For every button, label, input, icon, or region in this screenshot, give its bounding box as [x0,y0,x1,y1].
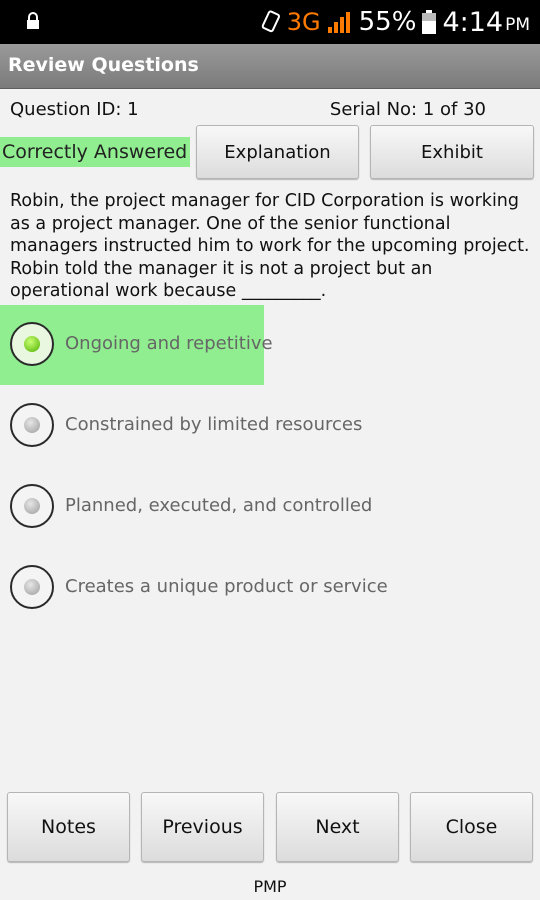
radio-dot [24,579,40,595]
title-bar: Review Questions [0,44,540,89]
option-label: Creates a unique product or service [65,576,388,597]
radio-dot [24,498,40,514]
clock-time: 4:14 [442,6,504,38]
footer-label: PMP [253,877,287,896]
question-id: Question ID: 1 [10,99,139,120]
status-bar: 3G 55% 4:14 PM [0,0,540,44]
answer-option[interactable]: Constrained by limited resources [0,386,540,466]
radio-button[interactable] [10,565,54,609]
phone-rotate-icon [261,10,280,33]
lock-icon [27,12,39,29]
serial-number: Serial No: 1 of 30 [329,99,486,120]
network-type: 3G [286,8,321,36]
clock-ampm: PM [505,15,530,35]
signal-icon [327,12,350,33]
radio-button[interactable] [10,322,54,366]
radio-button[interactable] [10,403,54,447]
explanation-button[interactable]: Explanation [196,125,359,179]
previous-button[interactable]: Previous [141,792,264,862]
answer-option[interactable]: Planned, executed, and controlled [0,467,540,547]
radio-dot [24,417,40,433]
option-label: Ongoing and repetitive [65,333,273,354]
notes-button[interactable]: Notes [7,792,130,862]
battery-percent: 55% [358,7,417,37]
next-button[interactable]: Next [276,792,399,862]
radio-button[interactable] [10,484,54,528]
exhibit-button[interactable]: Exhibit [370,125,534,179]
page-title: Review Questions [8,54,199,76]
question-text: Robin, the project manager for CID Corpo… [10,191,530,301]
answer-option[interactable]: Creates a unique product or service [0,548,540,628]
radio-dot [24,336,40,352]
option-label: Planned, executed, and controlled [65,495,373,516]
answer-option[interactable]: Ongoing and repetitive [0,305,540,385]
close-button[interactable]: Close [410,792,533,862]
battery-icon [422,10,437,34]
option-label: Constrained by limited resources [65,414,363,435]
correct-answer-badge: Correctly Answered [0,137,190,167]
